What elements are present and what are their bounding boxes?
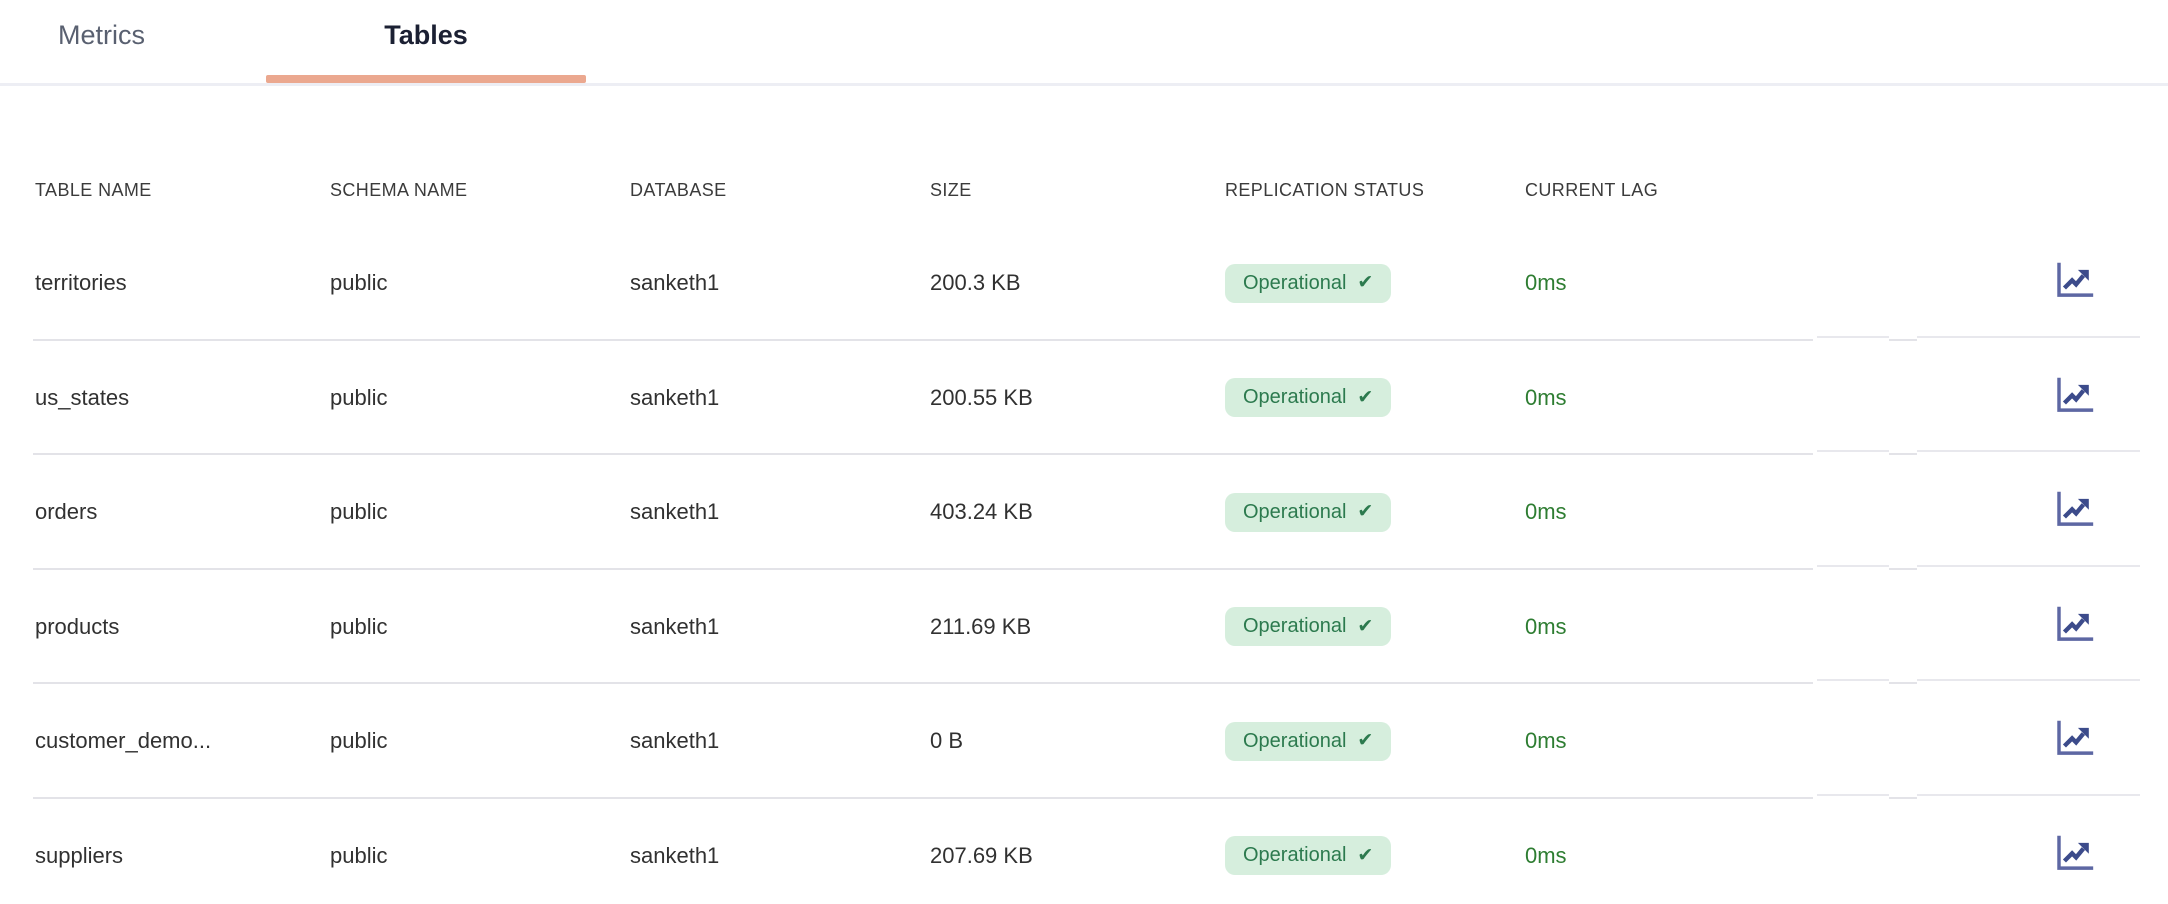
chart-line-icon xyxy=(2053,604,2097,644)
tab-bar: Metrics Tables xyxy=(0,0,2168,86)
view-metrics-button[interactable] xyxy=(2053,260,2097,300)
col-header-replication-status: REPLICATION STATUS xyxy=(1225,180,1525,201)
view-metrics-button[interactable] xyxy=(2053,489,2097,529)
database-tables-page: Metrics Tables TABLE NAME SCHEMA NAME DA… xyxy=(0,0,2168,904)
view-metrics-button[interactable] xyxy=(2053,604,2097,644)
table-row: customer_demo... public sanketh1 0 B Ope… xyxy=(0,684,2168,799)
row-divider-segment xyxy=(1817,794,1889,796)
cell-table-name: territories xyxy=(35,270,330,296)
chart-line-icon xyxy=(2053,375,2097,415)
replication-status-badge: Operational ✔ xyxy=(1225,722,1391,761)
cell-size: 0 B xyxy=(930,728,1225,754)
row-divider-segment xyxy=(1817,450,1889,452)
tab-tables-label: Tables xyxy=(384,20,468,50)
replication-status-badge: Operational ✔ xyxy=(1225,493,1391,532)
row-divider-segment xyxy=(1917,450,2140,452)
cell-table-name: suppliers xyxy=(35,843,330,869)
cell-current-lag: 0ms xyxy=(1525,843,2053,869)
view-metrics-button[interactable] xyxy=(2053,375,2097,415)
table-row: orders public sanketh1 403.24 KB Operati… xyxy=(0,455,2168,570)
check-icon: ✔ xyxy=(1357,846,1373,865)
row-divider-segment xyxy=(1817,336,1889,338)
check-icon: ✔ xyxy=(1357,731,1373,750)
row-divider-segment xyxy=(1817,679,1889,681)
check-icon: ✔ xyxy=(1357,388,1373,407)
tab-tables[interactable]: Tables xyxy=(266,0,586,86)
replication-status-label: Operational xyxy=(1243,845,1346,865)
chart-line-icon xyxy=(2053,833,2097,873)
replication-status-label: Operational xyxy=(1243,731,1346,751)
cell-table-name: customer_demo... xyxy=(35,728,330,754)
cell-database: sanketh1 xyxy=(630,728,930,754)
cell-schema-name: public xyxy=(330,385,630,411)
table-row: products public sanketh1 211.69 KB Opera… xyxy=(0,570,2168,685)
replication-status-badge: Operational ✔ xyxy=(1225,378,1391,417)
chart-line-icon xyxy=(2053,260,2097,300)
tab-metrics-label: Metrics xyxy=(58,20,145,50)
table-row: territories public sanketh1 200.3 KB Ope… xyxy=(0,226,2168,341)
col-header-table-name: TABLE NAME xyxy=(35,180,330,201)
cell-database: sanketh1 xyxy=(630,499,930,525)
table-row: us_states public sanketh1 200.55 KB Oper… xyxy=(0,341,2168,456)
cell-size: 200.55 KB xyxy=(930,385,1225,411)
row-divider-segment xyxy=(1917,336,2140,338)
replication-status-label: Operational xyxy=(1243,616,1346,636)
col-header-current-lag: CURRENT LAG xyxy=(1525,180,2053,201)
cell-schema-name: public xyxy=(330,270,630,296)
row-divider-segment xyxy=(1917,794,2140,796)
replication-status-badge: Operational ✔ xyxy=(1225,264,1391,303)
cell-schema-name: public xyxy=(330,843,630,869)
col-header-size: SIZE xyxy=(930,180,1225,201)
cell-database: sanketh1 xyxy=(630,270,930,296)
col-header-database: DATABASE xyxy=(630,180,930,201)
replication-status-label: Operational xyxy=(1243,387,1346,407)
cell-table-name: orders xyxy=(35,499,330,525)
replication-status-label: Operational xyxy=(1243,502,1346,522)
check-icon: ✔ xyxy=(1357,617,1373,636)
row-divider-segment xyxy=(1917,679,2140,681)
cell-size: 211.69 KB xyxy=(930,614,1225,640)
cell-table-name: products xyxy=(35,614,330,640)
active-tab-indicator xyxy=(266,75,586,83)
row-divider-segment xyxy=(1817,565,1889,567)
cell-current-lag: 0ms xyxy=(1525,614,2053,640)
check-icon: ✔ xyxy=(1357,502,1373,521)
cell-database: sanketh1 xyxy=(630,385,930,411)
table-header: TABLE NAME SCHEMA NAME DATABASE SIZE REP… xyxy=(0,160,2168,220)
replication-status-badge: Operational ✔ xyxy=(1225,607,1391,646)
cell-database: sanketh1 xyxy=(630,843,930,869)
cell-current-lag: 0ms xyxy=(1525,385,2053,411)
cell-current-lag: 0ms xyxy=(1525,499,2053,525)
view-metrics-button[interactable] xyxy=(2053,833,2097,873)
chart-line-icon xyxy=(2053,718,2097,758)
view-metrics-button[interactable] xyxy=(2053,718,2097,758)
col-header-schema-name: SCHEMA NAME xyxy=(330,180,630,201)
cell-current-lag: 0ms xyxy=(1525,270,2053,296)
cell-table-name: us_states xyxy=(35,385,330,411)
row-divider-segment xyxy=(1917,565,2140,567)
check-icon: ✔ xyxy=(1357,273,1373,292)
table-body: territories public sanketh1 200.3 KB Ope… xyxy=(0,226,2168,904)
table-row: suppliers public sanketh1 207.69 KB Oper… xyxy=(0,799,2168,904)
cell-size: 403.24 KB xyxy=(930,499,1225,525)
cell-size: 200.3 KB xyxy=(930,270,1225,296)
cell-schema-name: public xyxy=(330,614,630,640)
tab-metrics[interactable]: Metrics xyxy=(36,0,167,86)
cell-database: sanketh1 xyxy=(630,614,930,640)
cell-size: 207.69 KB xyxy=(930,843,1225,869)
replication-status-badge: Operational ✔ xyxy=(1225,836,1391,875)
chart-line-icon xyxy=(2053,489,2097,529)
cell-current-lag: 0ms xyxy=(1525,728,2053,754)
replication-status-label: Operational xyxy=(1243,273,1346,293)
cell-schema-name: public xyxy=(330,728,630,754)
cell-schema-name: public xyxy=(330,499,630,525)
